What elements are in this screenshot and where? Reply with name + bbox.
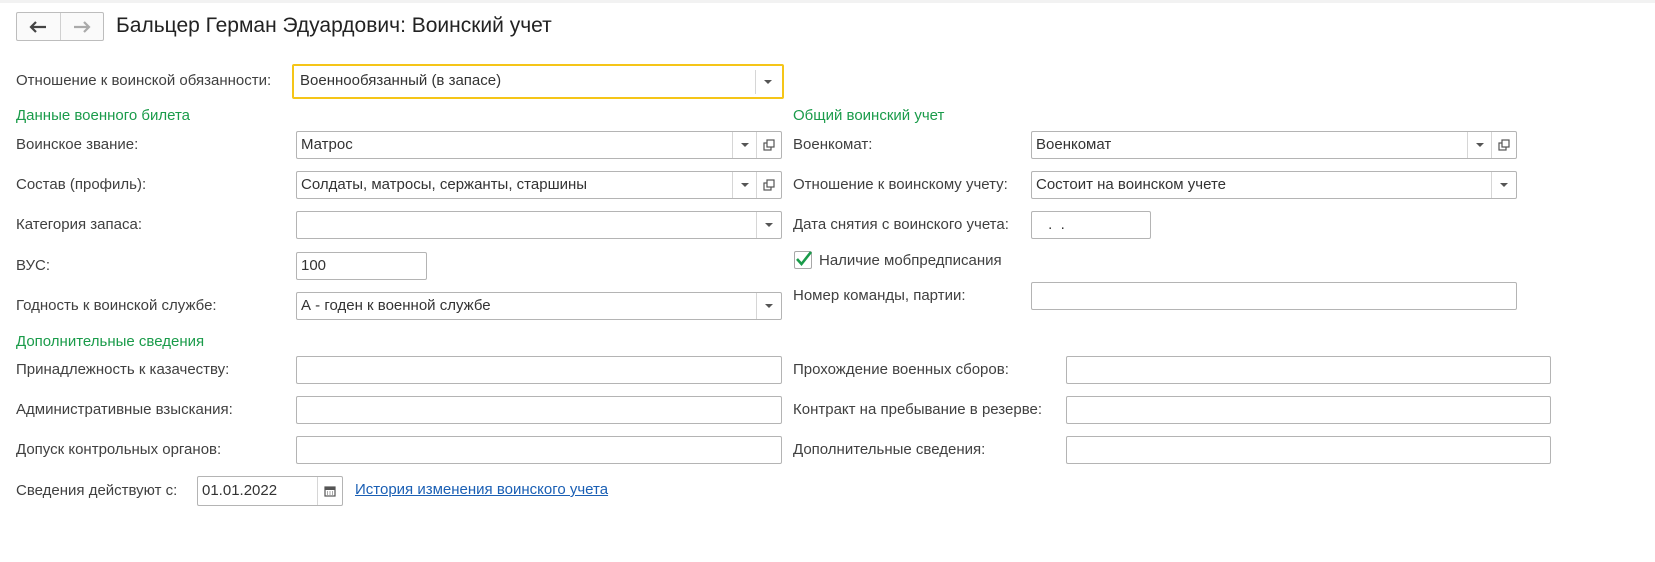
composition-label: Состав (профиль):	[16, 176, 147, 193]
fitness-value: А - годен к военной службе	[301, 297, 491, 314]
access-label: Допуск контрольных органов:	[16, 441, 222, 458]
open-window-icon	[763, 139, 775, 151]
arrow-right-icon	[73, 20, 91, 33]
extra-info-input[interactable]	[1066, 436, 1551, 464]
registration-label: Отношение к воинскому учету:	[793, 176, 1008, 193]
calendar-icon	[324, 486, 336, 497]
vus-label: ВУС:	[16, 257, 51, 274]
checkmark-icon	[796, 251, 813, 267]
vus-input[interactable]: 100	[296, 252, 427, 280]
reserve-category-dropdown-button[interactable]	[756, 212, 781, 238]
training-label: Прохождение военных сборов:	[793, 361, 1009, 378]
chevron-down-icon	[765, 304, 773, 308]
fitness-label: Годность к воинской службе:	[16, 297, 217, 314]
rank-label: Воинское звание:	[16, 136, 139, 153]
fitness-select[interactable]: А - годен к военной службе	[296, 292, 782, 320]
rank-value: Матрос	[301, 136, 353, 153]
extra-info-label: Дополнительные сведения:	[793, 441, 986, 458]
reserve-category-select[interactable]	[296, 211, 782, 239]
cossack-input[interactable]	[296, 356, 782, 384]
duty-label: Отношение к воинской обязанности:	[16, 72, 272, 89]
registration-dropdown-button[interactable]	[1491, 172, 1516, 198]
open-window-icon	[1498, 139, 1510, 151]
chevron-down-icon	[741, 143, 749, 147]
validity-date-input[interactable]: 01.01.2022	[197, 476, 343, 506]
military-id-section-title: Данные военного билета	[16, 107, 191, 124]
admin-penalties-input[interactable]	[296, 396, 782, 424]
composition-open-button[interactable]	[756, 172, 781, 198]
duty-value: Военнообязанный (в запасе)	[300, 72, 502, 89]
mob-order-label[interactable]: Наличие мобпредписания	[819, 252, 1002, 269]
chevron-down-icon	[741, 183, 749, 187]
validity-label: Сведения действуют с:	[16, 482, 178, 499]
cossack-label: Принадлежность к казачеству:	[16, 361, 230, 378]
history-link[interactable]: История изменения воинского учета	[355, 481, 608, 498]
team-number-input[interactable]	[1031, 282, 1517, 310]
commissariat-label: Военкомат:	[793, 136, 873, 153]
training-input[interactable]	[1066, 356, 1551, 384]
rank-open-button[interactable]	[756, 132, 781, 158]
duty-dropdown-button[interactable]	[755, 70, 780, 94]
chevron-down-icon	[1476, 143, 1484, 147]
top-border	[0, 0, 1655, 3]
duty-select[interactable]: Военнообязанный (в запасе)	[292, 64, 784, 99]
reserve-contract-input[interactable]	[1066, 396, 1551, 424]
commissariat-value: Военкомат	[1036, 136, 1112, 153]
access-input[interactable]	[296, 436, 782, 464]
registration-value: Состоит на воинском учете	[1036, 176, 1226, 193]
mob-order-checkbox[interactable]	[794, 251, 813, 269]
reserve-category-label: Категория запаса:	[16, 216, 142, 233]
rank-select[interactable]: Матрос	[296, 131, 782, 159]
rank-dropdown-button[interactable]	[732, 132, 757, 158]
back-button[interactable]	[17, 13, 60, 40]
arrow-left-icon	[29, 20, 47, 33]
removal-date-input[interactable]: . .	[1031, 211, 1151, 239]
team-number-label: Номер команды, партии:	[793, 287, 966, 304]
forward-button[interactable]	[59, 13, 104, 40]
commissariat-dropdown-button[interactable]	[1467, 132, 1492, 158]
general-section-title: Общий воинский учет	[793, 107, 945, 124]
validity-date-value: 01.01.2022	[202, 482, 278, 499]
commissariat-open-button[interactable]	[1491, 132, 1516, 158]
additional-section-title: Дополнительные сведения	[16, 333, 205, 350]
registration-select[interactable]: Состоит на воинском учете	[1031, 171, 1517, 199]
composition-select[interactable]: Солдаты, матросы, сержанты, старшины	[296, 171, 782, 199]
commissariat-select[interactable]: Военкомат	[1031, 131, 1517, 159]
open-window-icon	[763, 179, 775, 191]
removal-date-label: Дата снятия с воинского учета:	[793, 216, 1009, 233]
nav-buttons	[16, 12, 104, 41]
page-title: Бальцер Герман Эдуардович: Воинский учет	[116, 14, 552, 37]
calendar-button[interactable]	[317, 477, 342, 505]
chevron-down-icon	[1500, 183, 1508, 187]
composition-dropdown-button[interactable]	[732, 172, 757, 198]
vus-value: 100	[301, 257, 327, 274]
chevron-down-icon	[764, 80, 772, 84]
reserve-contract-label: Контракт на пребывание в резерве:	[793, 401, 1043, 418]
removal-date-value: . .	[1044, 216, 1065, 233]
admin-penalties-label: Административные взыскания:	[16, 401, 233, 418]
fitness-dropdown-button[interactable]	[756, 293, 781, 319]
chevron-down-icon	[765, 223, 773, 227]
composition-value: Солдаты, матросы, сержанты, старшины	[301, 176, 588, 193]
